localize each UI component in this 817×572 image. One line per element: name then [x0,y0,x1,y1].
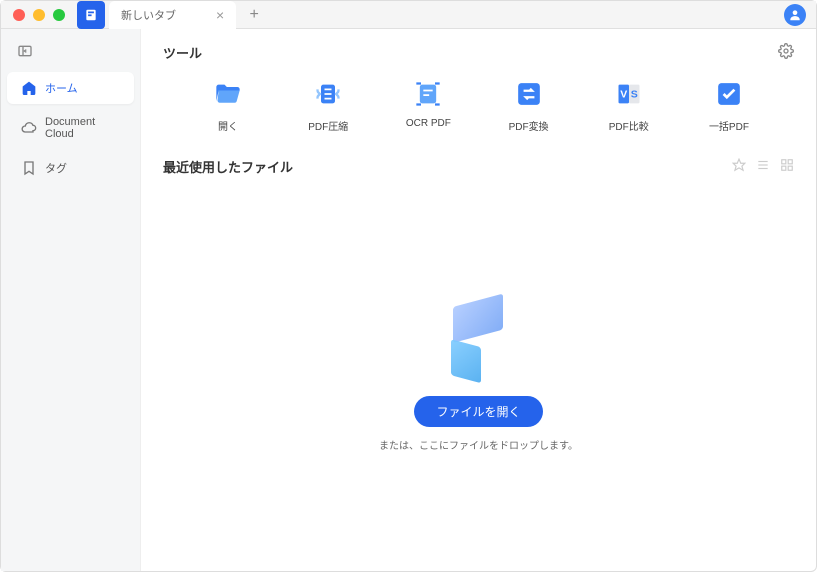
sidebar-item-label: Document Cloud [45,116,120,140]
sidebar-item-home[interactable]: ホーム [7,72,134,104]
app-logo [77,1,105,29]
tool-ocr[interactable]: OCR PDF [393,80,463,133]
tool-label: PDF変換 [509,118,549,133]
drop-hint-text: または、ここにファイルをドロップします。 [379,437,578,452]
sidebar-item-label: ホーム [45,80,78,96]
grid-view-icon[interactable] [780,158,794,175]
sidebar-collapse-icon[interactable] [1,37,140,68]
tools-heading: ツール [163,43,202,62]
convert-icon [515,80,543,108]
minimize-window-button[interactable] [33,9,45,21]
home-icon [21,80,37,96]
tool-open[interactable]: 開く [193,80,263,133]
batch-icon [715,80,743,108]
recent-view-controls [732,158,794,175]
empty-illustration [439,296,519,376]
tool-label: 一括PDF [709,118,749,133]
new-tab-button[interactable]: + [244,6,264,24]
tool-label: PDF圧縮 [308,118,348,133]
close-window-button[interactable] [13,9,25,21]
tools-row: 開く PDF圧縮 OCR PDF PDF変換 [163,74,794,151]
svg-text:V: V [620,89,627,101]
tool-batch[interactable]: 一括PDF [694,80,764,133]
star-icon[interactable] [732,158,746,175]
close-tab-icon[interactable]: × [216,8,224,22]
settings-icon[interactable] [778,43,794,62]
user-avatar[interactable] [784,4,806,26]
empty-state: ファイルを開く または、ここにファイルをドロップします。 [163,296,794,452]
folder-open-icon [214,80,242,108]
tab-label: 新しいタブ [121,7,176,23]
tab-new[interactable]: 新しいタブ × [109,1,236,29]
window-controls [1,9,65,21]
sidebar-item-label: タグ [45,160,67,176]
sidebar: ホーム Document Cloud タグ [1,29,141,571]
compress-icon [314,80,342,108]
open-file-button[interactable]: ファイルを開く [414,396,542,427]
tool-label: PDF比較 [609,118,649,133]
cloud-icon [21,120,37,136]
sidebar-item-tags[interactable]: タグ [7,152,134,184]
sidebar-item-document-cloud[interactable]: Document Cloud [7,108,134,148]
compare-icon: VS [615,80,643,108]
bookmark-icon [21,160,37,176]
titlebar: 新しいタブ × + [1,1,816,29]
ocr-icon [414,80,442,108]
tool-compare[interactable]: VS PDF比較 [594,80,664,133]
tool-label: 開く [218,118,238,133]
list-view-icon[interactable] [756,158,770,175]
tool-compress[interactable]: PDF圧縮 [293,80,363,133]
main-content: ツール 開く PDF圧縮 OCR PDF [141,29,816,571]
recent-heading: 最近使用したファイル [163,157,293,176]
svg-text:S: S [630,89,637,101]
tool-convert[interactable]: PDF変換 [494,80,564,133]
fullscreen-window-button[interactable] [53,9,65,21]
tool-label: OCR PDF [406,118,451,129]
